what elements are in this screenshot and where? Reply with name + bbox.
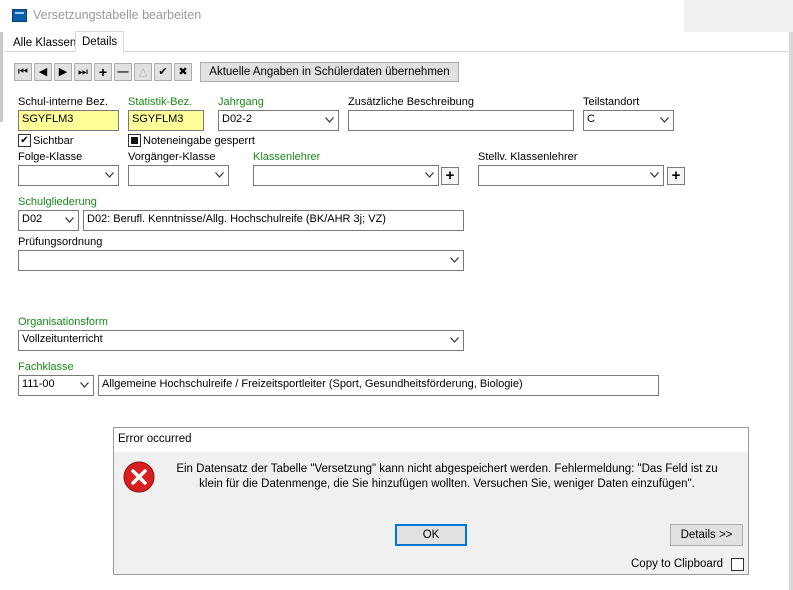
background-window-edge: [684, 0, 793, 32]
chevron-down-icon: [65, 217, 74, 223]
copy-to-clipboard-checkbox[interactable]: [731, 558, 744, 571]
noteneingabe-gesperrt-checkbox[interactable]: [128, 134, 141, 147]
vorgaenger-klasse-label: Vorgänger-Klasse: [128, 151, 216, 163]
previous-record-button[interactable]: ◀: [34, 63, 52, 81]
sichtbar-label: Sichtbar: [33, 135, 74, 147]
dialog-title: Error occurred: [118, 433, 192, 445]
chevron-down-icon: [425, 172, 434, 178]
tab-details[interactable]: Details: [75, 31, 125, 53]
noteneingabe-gesperrt-label: Noteneingabe gesperrt: [143, 135, 255, 147]
delete-record-button[interactable]: —: [114, 63, 132, 81]
confirm-record-button[interactable]: ✔: [154, 63, 172, 81]
schul-interne-bez-field[interactable]: SGYFLM3: [18, 110, 119, 131]
first-record-button[interactable]: ⏮: [14, 63, 32, 81]
error-message-line-2: klein für die Datenmenge, die Sie hinzuf…: [199, 478, 695, 490]
fachklasse-description: Allgemeine Hochschulreife / Freizeitspor…: [98, 375, 659, 396]
chevron-down-icon: [215, 172, 224, 178]
schulgliederung-description: D02: Berufl. Kenntnisse/Allg. Hochschulr…: [83, 210, 464, 231]
error-message: Ein Datensatz der Tabelle "Versetzung" k…: [162, 462, 732, 492]
cancel-record-button[interactable]: ✖: [174, 63, 192, 81]
pruefungsordnung-select[interactable]: [18, 250, 464, 271]
stellv-klassenlehrer-label: Stellv. Klassenlehrer: [478, 151, 578, 163]
pruefungsordnung-label: Prüfungsordnung: [18, 236, 103, 248]
zusaetzliche-beschreibung-label: Zusätzliche Beschreibung: [348, 96, 474, 108]
chevron-down-icon: [450, 257, 459, 263]
folge-klasse-label: Folge-Klasse: [18, 151, 83, 163]
app-icon: [12, 9, 27, 22]
sichtbar-checkbox[interactable]: ✔: [18, 134, 31, 147]
schul-interne-bez-label: Schul-interne Bez.: [18, 96, 108, 108]
jahrgang-select[interactable]: D02-2: [218, 110, 339, 131]
copy-to-clipboard-label: Copy to Clipboard: [631, 558, 724, 570]
klassenlehrer-label: Klassenlehrer: [253, 151, 321, 163]
folge-klasse-select[interactable]: [18, 165, 119, 186]
details-button[interactable]: Details >>: [670, 524, 743, 546]
statistik-bez-field[interactable]: SGYFLM3: [128, 110, 204, 131]
scrollbar-edge: [789, 32, 793, 590]
chevron-down-icon: [325, 117, 334, 123]
organisationsform-value: Vollzeitunterricht: [22, 333, 103, 345]
next-record-button[interactable]: ▶: [54, 63, 72, 81]
schulgliederung-select[interactable]: D02: [18, 210, 79, 231]
add-record-button[interactable]: +: [94, 63, 112, 81]
ok-button[interactable]: OK: [395, 524, 467, 546]
window-title: Versetzungstabelle bearbeiten: [33, 8, 202, 22]
klassenlehrer-select[interactable]: [253, 165, 439, 186]
add-stellv-klassenlehrer-button[interactable]: +: [667, 167, 685, 185]
add-klassenlehrer-button[interactable]: +: [441, 167, 459, 185]
fachklasse-label: Fachklasse: [18, 361, 74, 373]
stellv-klassenlehrer-select[interactable]: [478, 165, 664, 186]
edit-record-button[interactable]: △: [134, 63, 152, 81]
fachklasse-code: 111-00: [22, 378, 55, 390]
error-icon: [123, 461, 155, 493]
last-record-button[interactable]: ⏭: [74, 63, 92, 81]
vorgaenger-klasse-select[interactable]: [128, 165, 229, 186]
jahrgang-value: D02-2: [222, 113, 252, 125]
error-dialog: Error occurred Ein Datensatz der Tabelle…: [113, 427, 749, 575]
jahrgang-label: Jahrgang: [218, 96, 264, 108]
fachklasse-select[interactable]: 111-00: [18, 375, 94, 396]
zusaetzliche-beschreibung-field[interactable]: [348, 110, 574, 131]
background-window-edge-left: [0, 32, 3, 122]
chevron-down-icon: [450, 337, 459, 343]
schulgliederung-label: Schulgliederung: [18, 196, 97, 208]
teilstandort-label: Teilstandort: [583, 96, 640, 108]
chevron-down-icon: [105, 172, 114, 178]
statistik-bez-label: Statistik-Bez.: [128, 96, 193, 108]
apply-to-student-data-button[interactable]: Aktuelle Angaben in Schülerdaten überneh…: [200, 62, 459, 82]
chevron-down-icon: [80, 382, 89, 388]
dialog-title-bar: [114, 428, 748, 452]
teilstandort-value: C: [587, 113, 595, 125]
organisationsform-select[interactable]: Vollzeitunterricht: [18, 330, 464, 351]
schulgliederung-code: D02: [22, 213, 43, 225]
error-message-line-1: Ein Datensatz der Tabelle "Versetzung" k…: [176, 463, 718, 475]
chevron-down-icon: [660, 117, 669, 123]
organisationsform-label: Organisationsform: [18, 316, 108, 328]
tab-strip: Alle Klassen Details: [5, 31, 789, 53]
teilstandort-select[interactable]: C: [583, 110, 674, 131]
tab-alle-klassen[interactable]: Alle Klassen: [7, 34, 82, 52]
chevron-down-icon: [650, 172, 659, 178]
